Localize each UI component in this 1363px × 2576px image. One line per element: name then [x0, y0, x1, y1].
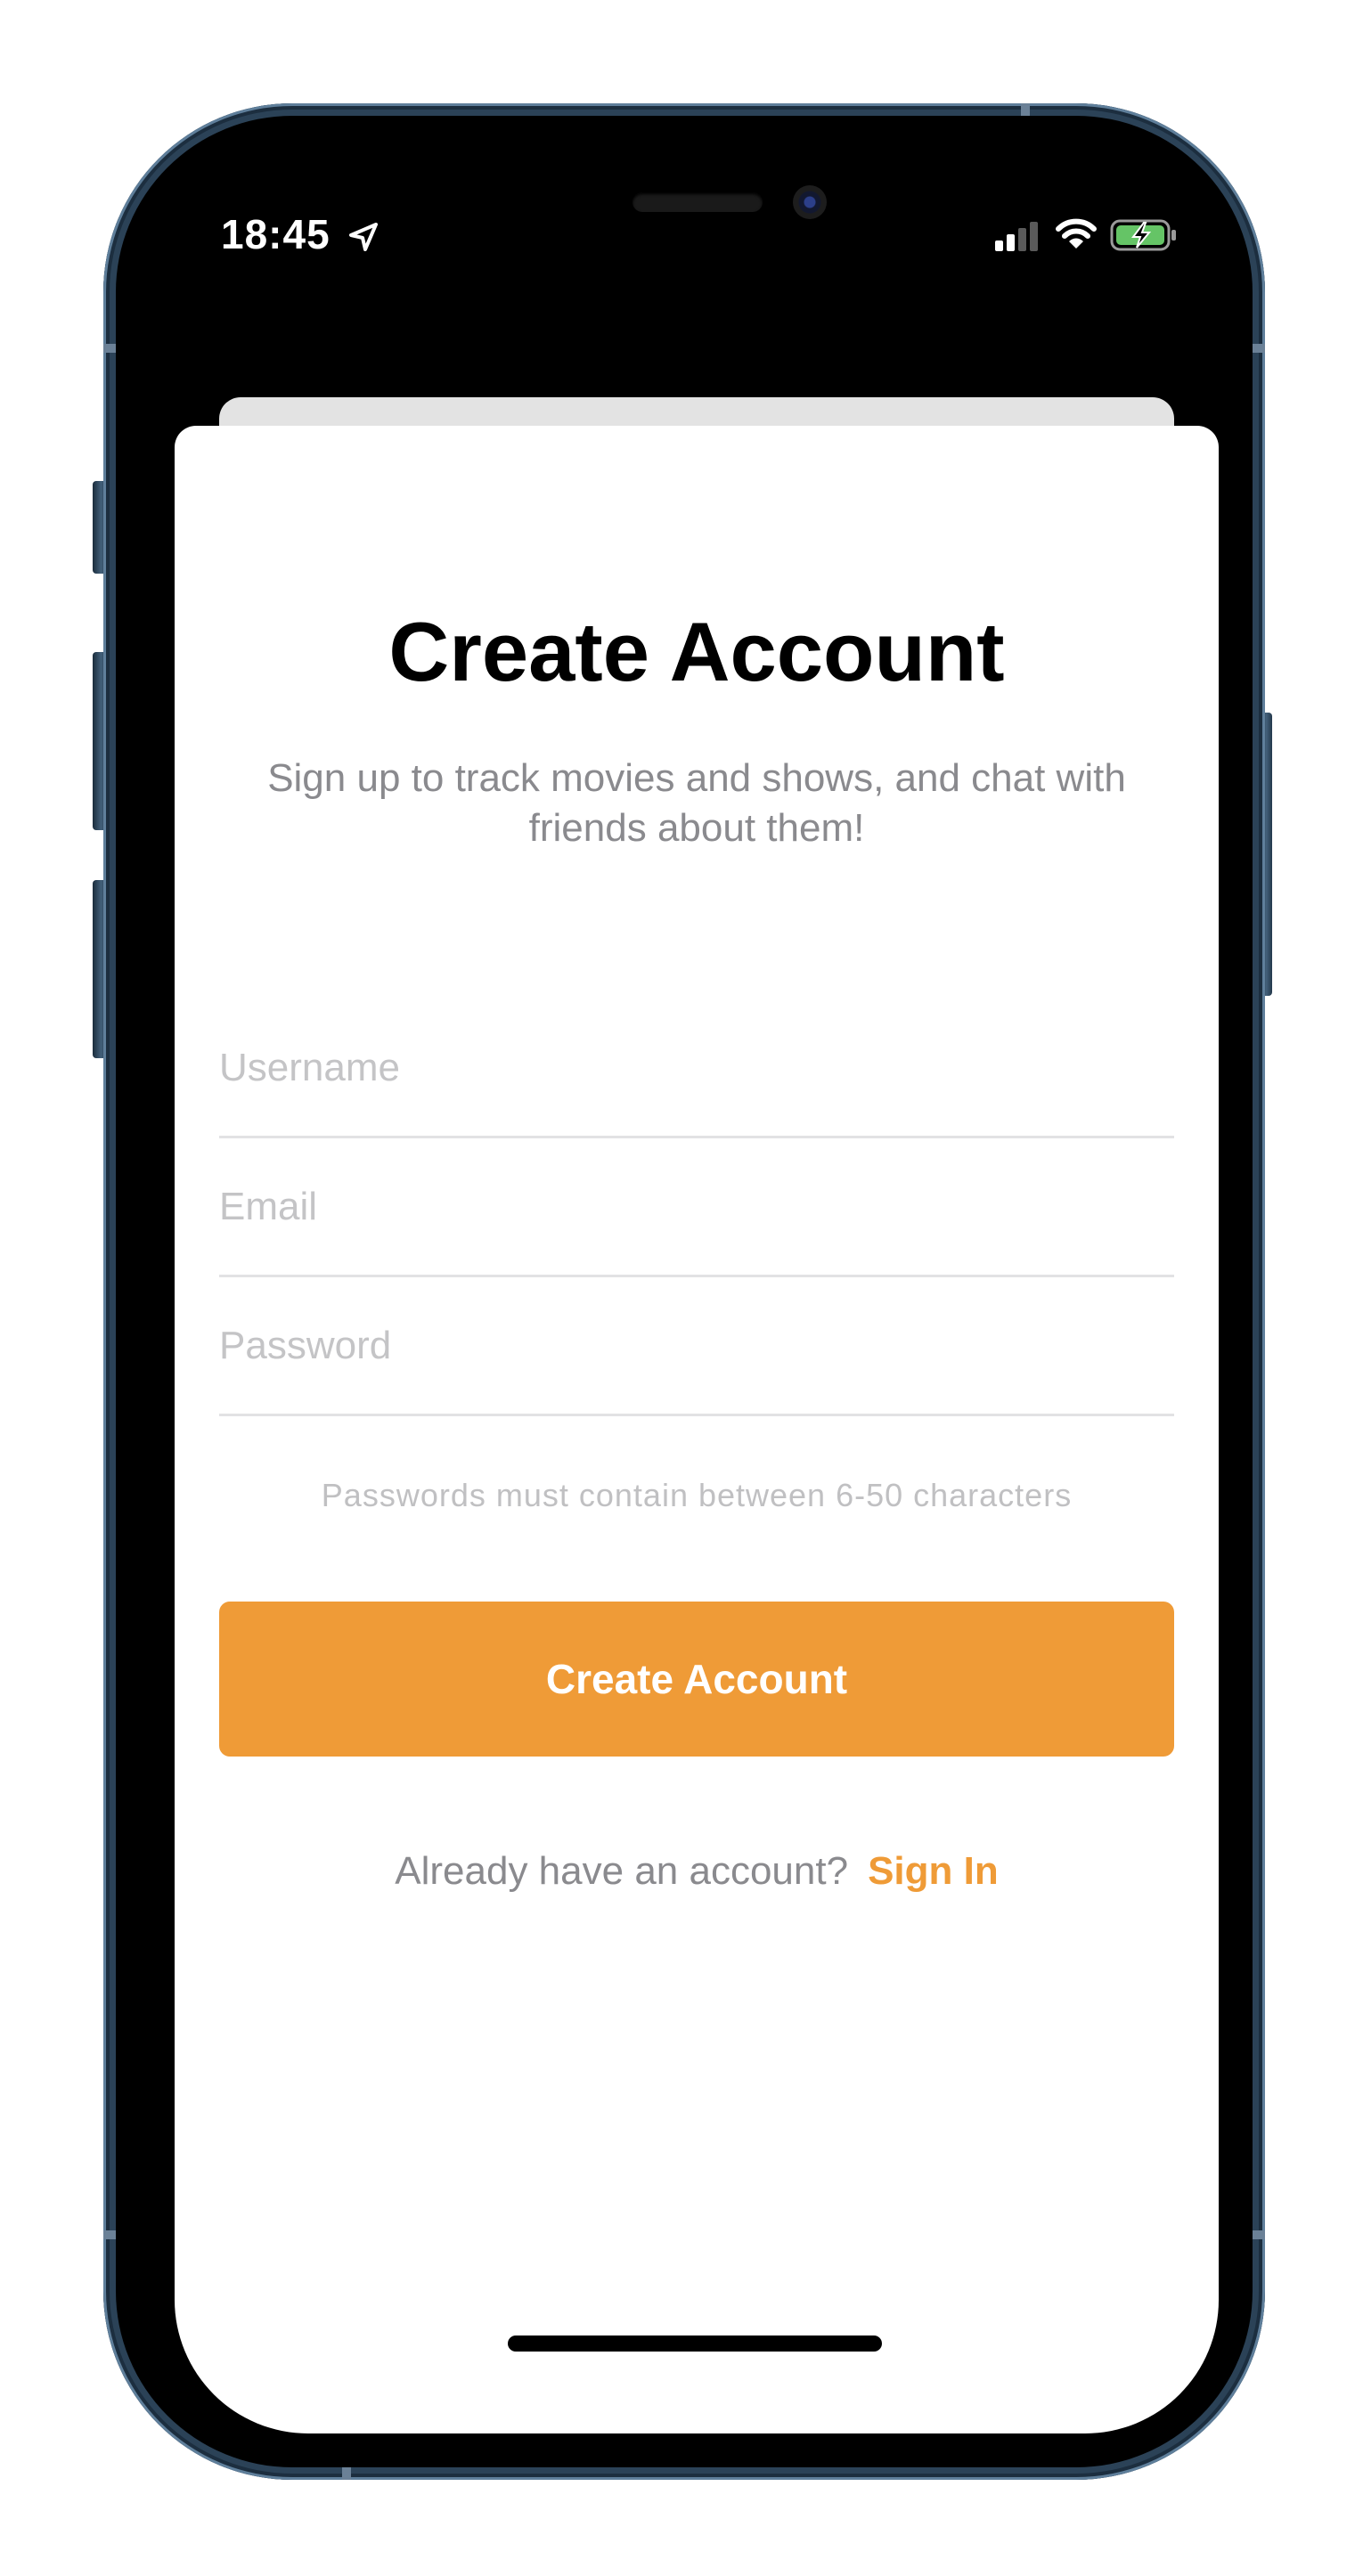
- email-field: [219, 1138, 1174, 1277]
- bezel: 18:45 Create Account Sign up to track mo…: [116, 116, 1253, 2467]
- username-input[interactable]: [219, 999, 1174, 1136]
- antenna-band: [103, 344, 116, 353]
- username-field: [219, 999, 1174, 1138]
- password-input[interactable]: [219, 1277, 1174, 1414]
- earpiece-speaker: [633, 192, 763, 212]
- wifi-icon: [1056, 218, 1097, 249]
- phone-frame: 18:45 Create Account Sign up to track mo…: [103, 103, 1265, 2480]
- create-account-button[interactable]: Create Account: [219, 1602, 1174, 1757]
- status-time: 18:45: [221, 211, 331, 257]
- antenna-band: [1021, 103, 1030, 116]
- sign-in-link[interactable]: Sign In: [868, 1849, 999, 1893]
- password-hint: Passwords must contain between 6-50 char…: [321, 1477, 1073, 1513]
- home-indicator[interactable]: [508, 2336, 882, 2352]
- email-input[interactable]: [219, 1138, 1174, 1275]
- antenna-band: [1253, 2230, 1265, 2239]
- battery-charging-icon: [1110, 219, 1176, 251]
- front-camera: [793, 185, 827, 219]
- signin-row: Already have an account? Sign In: [175, 1849, 1219, 1894]
- antenna-band: [1253, 344, 1265, 353]
- antenna-band: [103, 2230, 116, 2239]
- create-account-sheet: Create Account Sign up to track movies a…: [175, 426, 1219, 2433]
- location-arrow-icon: [349, 223, 378, 251]
- page-subtitle: Sign up to track movies and shows, and c…: [267, 756, 1126, 850]
- signin-prompt: Already have an account?: [395, 1849, 849, 1893]
- device-mockup: 18:45 Create Account Sign up to track mo…: [0, 0, 1363, 2576]
- screen: 18:45 Create Account Sign up to track mo…: [175, 175, 1219, 2433]
- page-title: Create Account: [388, 605, 1005, 698]
- cellular-signal-icon: [995, 222, 1038, 251]
- password-field: [219, 1277, 1174, 1416]
- antenna-band: [342, 2467, 351, 2480]
